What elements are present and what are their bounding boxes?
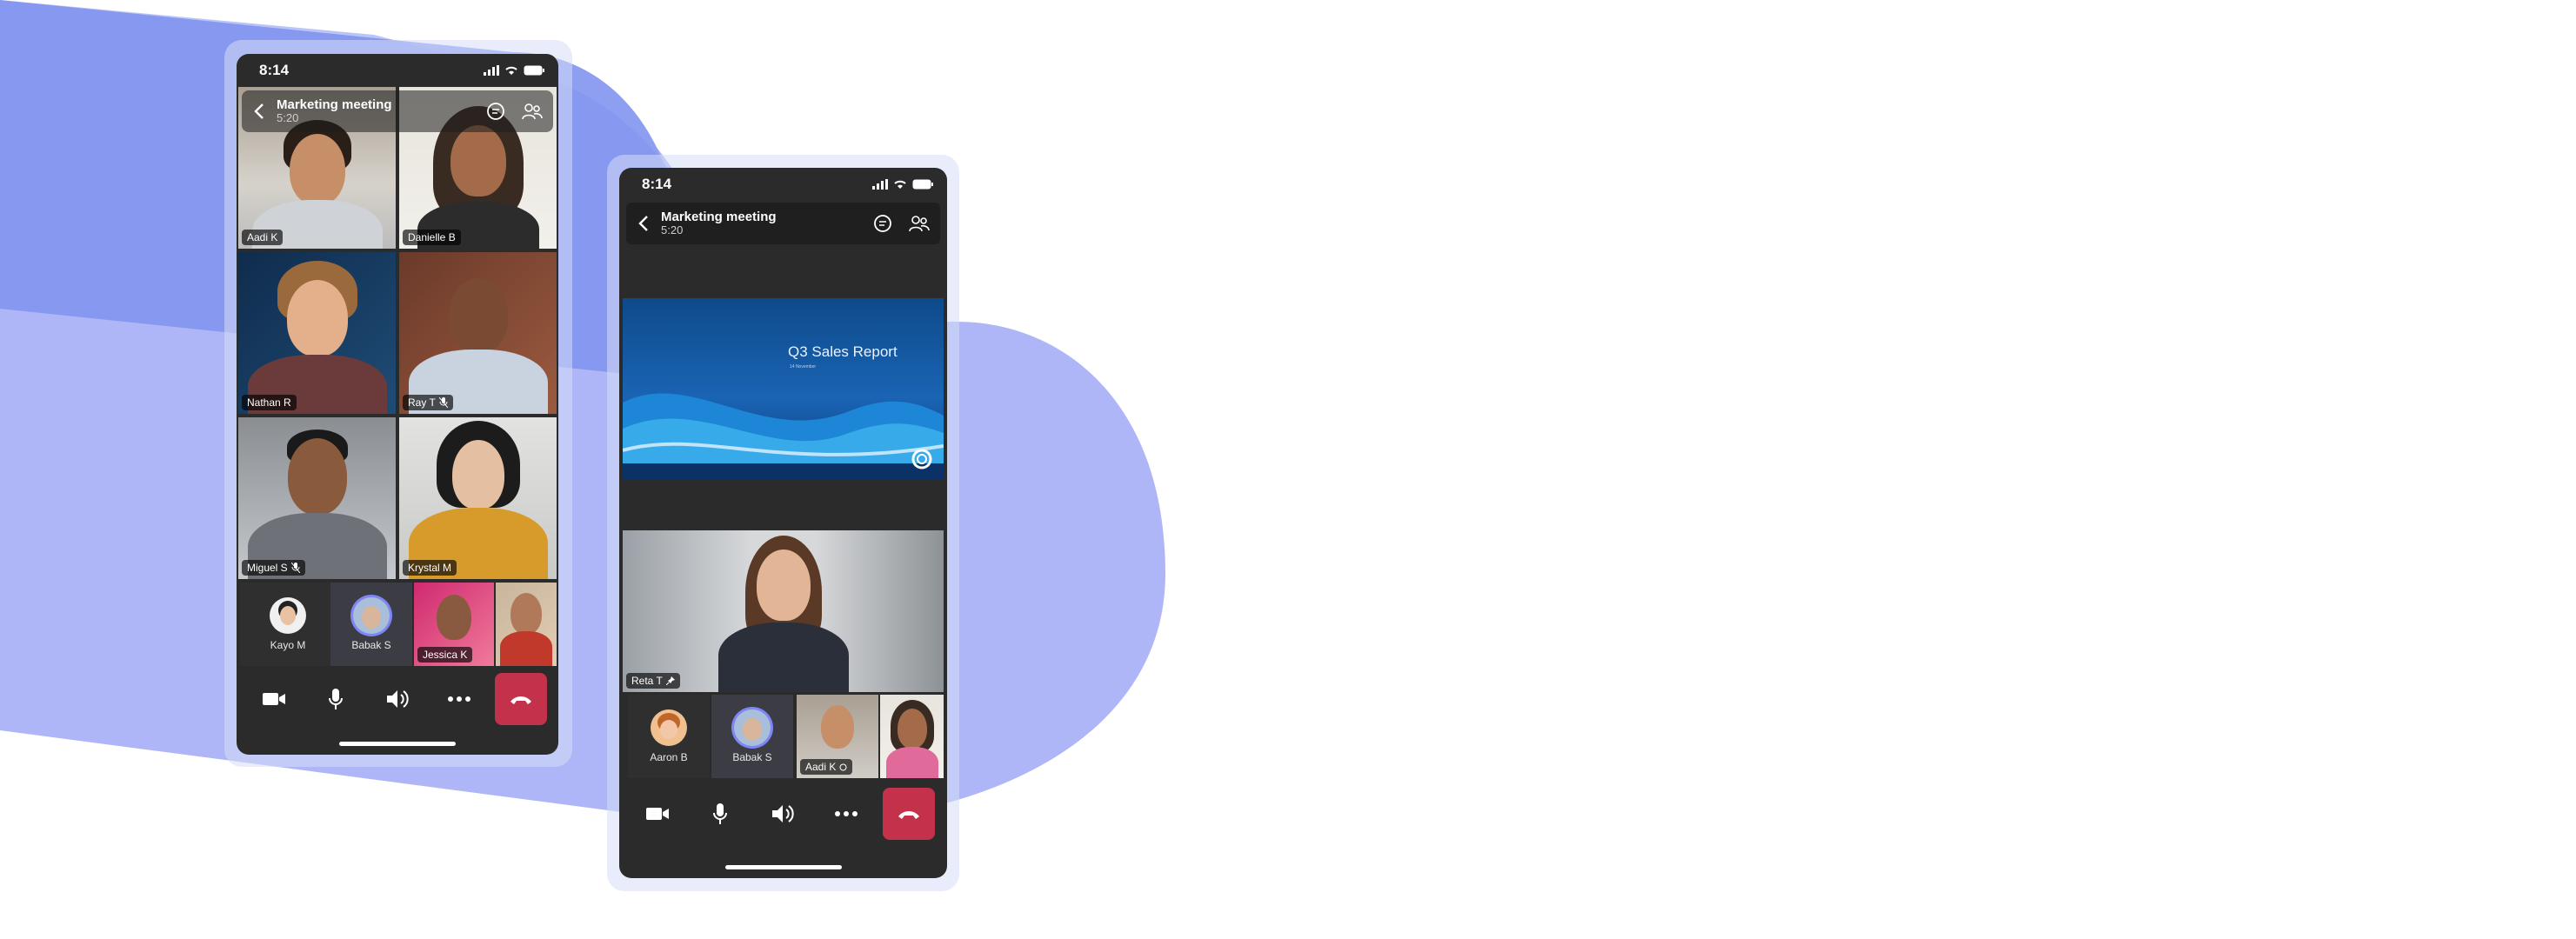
video-tile-aadi[interactable]: Aadi K (797, 695, 878, 778)
video-icon (646, 808, 670, 820)
speaker-button[interactable] (757, 788, 809, 840)
muted-microphone-icon (290, 563, 300, 573)
end-call-button[interactable] (494, 673, 547, 725)
video-tile-miguel[interactable]: Miguel S (238, 417, 396, 579)
more-icon (447, 696, 470, 702)
video-tile-ray[interactable]: Ray T (399, 252, 557, 414)
status-time: 8:14 (642, 176, 672, 192)
video-tile-krystal[interactable]: Krystal M (399, 417, 557, 579)
phone-grid-view: 8:14 Aadi K Danielle B Nathan R Ray T Mi… (237, 54, 558, 755)
chat-icon (487, 103, 504, 120)
name-tag: Jessica K (417, 647, 473, 663)
meeting-header: Marketing meeting 5:20 (242, 90, 553, 132)
pin-icon (665, 676, 675, 685)
name-tag: Reta T (626, 673, 680, 689)
more-button[interactable] (820, 788, 872, 840)
microphone-icon (713, 803, 728, 824)
people-icon (522, 103, 543, 120)
meeting-duration: 5:20 (277, 111, 299, 125)
meeting-title: Marketing meeting (661, 209, 777, 224)
more-button[interactable] (433, 673, 485, 725)
avatar (353, 597, 390, 634)
status-ring-icon (839, 763, 847, 770)
status-time: 8:14 (259, 62, 290, 78)
speaker-icon (386, 690, 409, 708)
status-bar: 8:14 (619, 168, 947, 201)
signal-icon (484, 65, 499, 76)
name-tag: Ray T (403, 395, 453, 410)
chat-button[interactable] (484, 99, 508, 123)
speaker-icon (772, 805, 795, 822)
video-button[interactable] (631, 788, 684, 840)
name-tag: Nathan R (242, 395, 297, 410)
slide-subtitle: 14 November (790, 364, 817, 370)
people-icon (909, 216, 930, 232)
back-arrow-icon[interactable] (635, 214, 654, 233)
logo-ring-icon (911, 449, 932, 470)
home-indicator (724, 865, 842, 869)
name-tag: Danielle B (403, 230, 461, 245)
microphone-button[interactable] (694, 788, 746, 840)
video-icon (263, 693, 286, 705)
chat-icon (874, 215, 891, 232)
video-tile-nathan[interactable]: Nathan R (238, 252, 396, 414)
end-call-icon (510, 696, 531, 704)
name-tag: Aadi K (800, 759, 853, 775)
call-controls (619, 783, 947, 844)
meeting-duration: 5:20 (661, 223, 684, 237)
signal-icon (872, 179, 888, 190)
slide-wave-graphic (623, 393, 944, 479)
status-bar: 8:14 (237, 54, 558, 87)
microphone-icon (329, 689, 344, 709)
meeting-title: Marketing meeting (277, 97, 392, 112)
participant-kayo[interactable]: Kayo M (240, 583, 336, 666)
back-arrow-icon[interactable] (250, 102, 270, 121)
end-call-button[interactable] (882, 788, 935, 840)
avatar (734, 709, 771, 746)
phone-presentation-view: 8:14 Marketing meeting 5:20 Q3 Sales Rep… (619, 168, 947, 878)
name-tag: Krystal M (403, 560, 457, 576)
participants-button[interactable] (520, 99, 544, 123)
slide-title: Q3 Sales Report (788, 343, 898, 360)
call-controls (237, 664, 558, 734)
microphone-button[interactable] (310, 673, 362, 725)
wifi-icon (505, 66, 517, 75)
battery-icon (912, 179, 933, 190)
video-tile-extra[interactable] (496, 583, 557, 666)
video-button[interactable] (248, 673, 300, 725)
participant-babak[interactable]: Babak S (711, 695, 793, 778)
muted-microphone-icon (438, 397, 448, 408)
chat-button[interactable] (871, 211, 895, 236)
name-tag: Aadi K (242, 230, 284, 245)
video-tile-extra[interactable] (880, 695, 944, 778)
more-icon (834, 811, 858, 816)
video-tile-jessica[interactable]: Jessica K (414, 583, 494, 666)
wifi-icon (894, 180, 906, 189)
shared-slide[interactable]: Q3 Sales Report 14 November (623, 298, 944, 479)
participant-aaron[interactable]: Aaron B (628, 695, 710, 778)
battery-icon (524, 65, 544, 76)
meeting-header: Marketing meeting 5:20 (626, 203, 940, 244)
avatar (651, 709, 687, 746)
end-call-icon (898, 811, 919, 819)
participant-babak[interactable]: Babak S (330, 583, 412, 666)
avatar (270, 597, 306, 634)
home-indicator (339, 742, 456, 746)
name-tag: Miguel S (242, 560, 305, 576)
participants-button[interactable] (907, 211, 931, 236)
speaker-button[interactable] (371, 673, 424, 725)
video-tile-reta[interactable]: Reta T (623, 530, 944, 692)
